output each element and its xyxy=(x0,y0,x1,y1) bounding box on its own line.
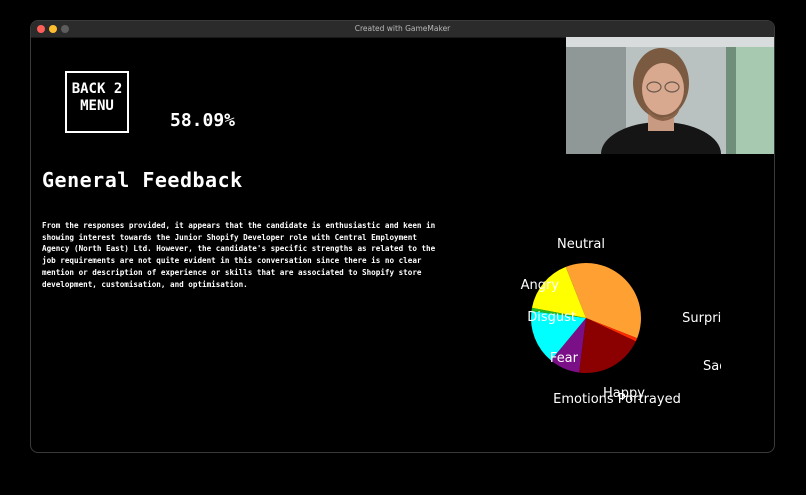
pie-label-disgust: Disgust xyxy=(527,310,576,325)
back-to-menu-button[interactable]: BACK 2 MENU xyxy=(65,71,129,133)
emotions-pie-chart: NeutralSurpriseSadHappyFearDisgustAngryE… xyxy=(521,237,721,407)
pie-label-angry: Angry xyxy=(521,278,560,293)
webcam-feed xyxy=(566,37,774,154)
feedback-paragraph: From the responses provided, it appears … xyxy=(42,221,436,289)
back-to-menu-label: BACK 2 MENU xyxy=(71,81,123,114)
game-window: Created with GameMaker BACK 2 MENU 58.09… xyxy=(30,20,775,453)
title-bar[interactable]: Created with GameMaker xyxy=(31,21,774,38)
score-percentage: 58.09% xyxy=(170,110,236,131)
webcam-image xyxy=(566,37,774,154)
pie-label-neutral: Neutral xyxy=(557,237,605,252)
general-feedback-heading: General Feedback xyxy=(42,168,243,192)
chart-title: Emotions Portrayed xyxy=(553,392,681,407)
pie-label-fear: Fear xyxy=(550,351,579,366)
pie-label-surprise: Surprise xyxy=(682,311,721,326)
window-title: Created with GameMaker xyxy=(354,24,451,33)
game-canvas: BACK 2 MENU 58.09% General Feedback From… xyxy=(31,37,774,452)
pie-label-sad: Sad xyxy=(703,359,721,374)
